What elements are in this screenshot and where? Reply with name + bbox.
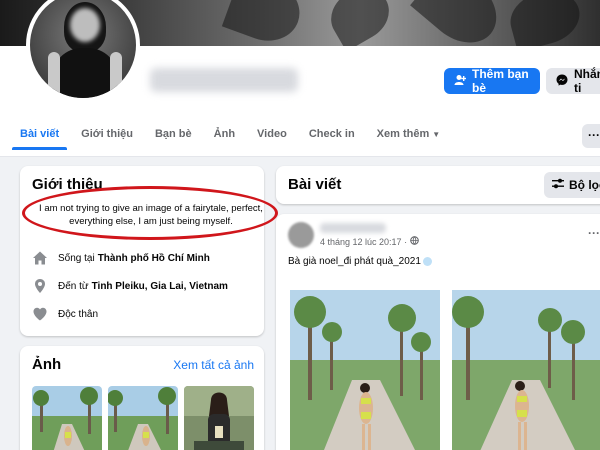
- home-icon: [33, 251, 47, 265]
- location-pin-icon: [35, 279, 45, 293]
- messenger-icon: [556, 74, 568, 89]
- tab-more[interactable]: Xem thêm ▼: [377, 120, 441, 150]
- add-friend-icon: [454, 74, 467, 89]
- message-label: Nhắn ti: [574, 67, 600, 95]
- post-author-name-blurred[interactable]: [320, 223, 386, 233]
- tab-posts-label: Bài viết: [20, 128, 60, 140]
- caret-down-icon: ▼: [432, 130, 441, 139]
- tab-about-label: Giới thiệu: [81, 128, 133, 140]
- globe-icon: [410, 236, 419, 247]
- photos-title: Ảnh: [32, 356, 62, 373]
- tab-friends-label: Bạn bè: [154, 128, 192, 140]
- post-meta: 4 tháng 12 lúc 20:17 ·: [320, 236, 419, 247]
- tab-videos[interactable]: Video: [257, 120, 287, 150]
- tab-photos[interactable]: Ảnh: [214, 120, 235, 150]
- filter-label: Bộ lọc: [569, 178, 600, 192]
- add-friend-label: Thêm bạn bè: [472, 67, 529, 95]
- heart-icon: [33, 307, 47, 321]
- tab-videos-label: Video: [257, 128, 287, 140]
- message-button[interactable]: Nhắn ti: [546, 67, 600, 95]
- tab-friends[interactable]: Bạn bè: [155, 120, 192, 150]
- profile-name-blurred: [150, 68, 298, 92]
- lives-value[interactable]: Thành phố Hồ Chí Minh: [98, 253, 210, 264]
- tab-more-label: Xem thêm: [376, 128, 430, 140]
- filter-button[interactable]: Bộ lọc: [544, 172, 600, 198]
- from-value[interactable]: Tinh Pleiku, Gia Lai, Vietnam: [92, 281, 228, 292]
- profile-tabs: Bài viết Giới thiệu Bạn bè Ảnh Video Che…: [11, 120, 462, 157]
- info-lives-in: Sống tại Thành phố Hồ Chí Minh: [32, 250, 210, 266]
- tab-checkins[interactable]: Check in: [309, 120, 355, 150]
- posts-header-card: Bài viết Bộ lọc: [276, 166, 600, 204]
- post-author-avatar[interactable]: [288, 222, 314, 248]
- tab-checkins-label: Check in: [308, 128, 355, 140]
- post-photo[interactable]: [452, 290, 600, 450]
- post-options-button[interactable]: ···: [588, 226, 600, 240]
- more-options-button[interactable]: ···: [582, 124, 600, 148]
- posts-title: Bài viết: [288, 176, 342, 193]
- profile-avatar[interactable]: [26, 0, 140, 102]
- photo-thumbnail[interactable]: [108, 386, 178, 450]
- add-friend-button[interactable]: Thêm bạn bè: [444, 67, 540, 95]
- post-text: Bà già noel_đi phát quà_2021: [288, 256, 432, 267]
- tab-about[interactable]: Giới thiệu: [81, 120, 133, 150]
- photo-thumbnail[interactable]: [32, 386, 102, 450]
- relationship-value: Độc thân: [58, 308, 99, 320]
- snowflake-emoji-icon: [422, 256, 432, 266]
- post-timestamp[interactable]: 4 tháng 12 lúc 20:17 ·: [320, 237, 407, 247]
- lives-prefix: Sống tại: [58, 252, 95, 264]
- see-all-photos-link[interactable]: Xem tất cả ảnh: [173, 358, 254, 372]
- post-card: 4 tháng 12 lúc 20:17 · ··· Bà già noel_đ…: [276, 214, 600, 450]
- post-photo[interactable]: [290, 290, 440, 450]
- from-prefix: Đến từ: [58, 280, 89, 292]
- info-from: Đến từ Tinh Pleiku, Gia Lai, Vietnam: [32, 278, 228, 294]
- profile-header: Thêm bạn bè Nhắn ti Bài viết Giới thiệu …: [0, 0, 600, 157]
- filter-sliders-icon: [552, 178, 564, 192]
- post-caption: Bà già noel_đi phát quà_2021: [288, 256, 421, 267]
- tab-photos-label: Ảnh: [213, 128, 236, 140]
- photos-card: Ảnh Xem tất cả ảnh: [20, 346, 264, 450]
- info-relationship: Độc thân: [32, 306, 98, 322]
- tab-posts[interactable]: Bài viết: [11, 120, 68, 150]
- bio-highlight-oval: [22, 186, 278, 240]
- photo-thumbnail[interactable]: [184, 386, 254, 450]
